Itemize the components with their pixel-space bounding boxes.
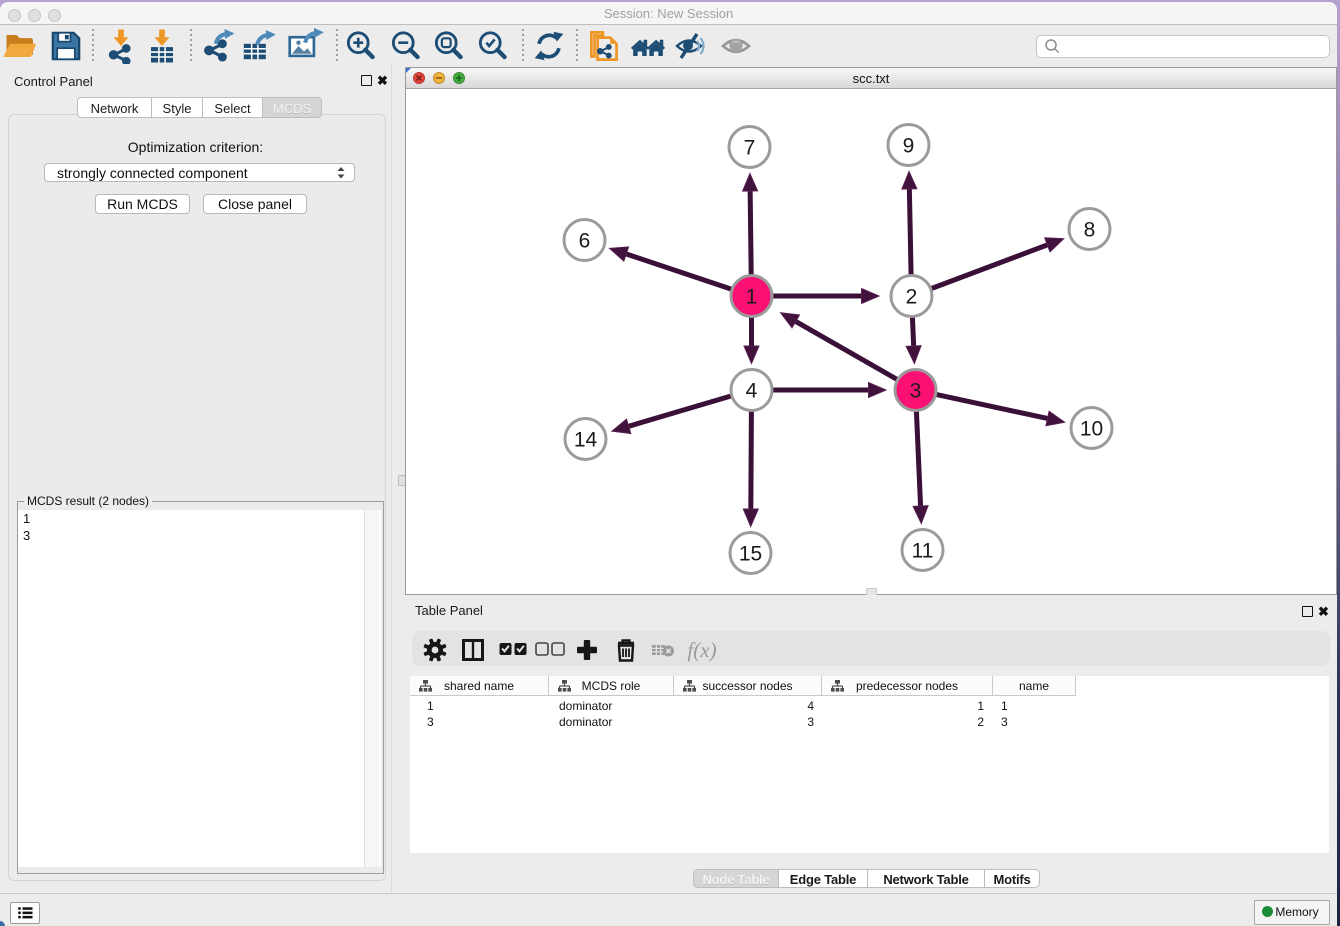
svg-text:11: 11 (912, 540, 934, 563)
svg-text:15: 15 (739, 543, 762, 566)
svg-text:4: 4 (746, 380, 758, 403)
svg-text:7: 7 (744, 137, 756, 160)
svg-text:3: 3 (910, 380, 922, 403)
svg-text:1: 1 (746, 286, 758, 309)
svg-text:6: 6 (579, 230, 591, 253)
svg-text:10: 10 (1080, 418, 1103, 441)
svg-text:14: 14 (574, 429, 598, 452)
svg-text:9: 9 (903, 135, 915, 158)
svg-text:2: 2 (906, 286, 918, 309)
svg-text:8: 8 (1084, 219, 1096, 242)
svg-text:f(x): f(x) (687, 638, 716, 662)
